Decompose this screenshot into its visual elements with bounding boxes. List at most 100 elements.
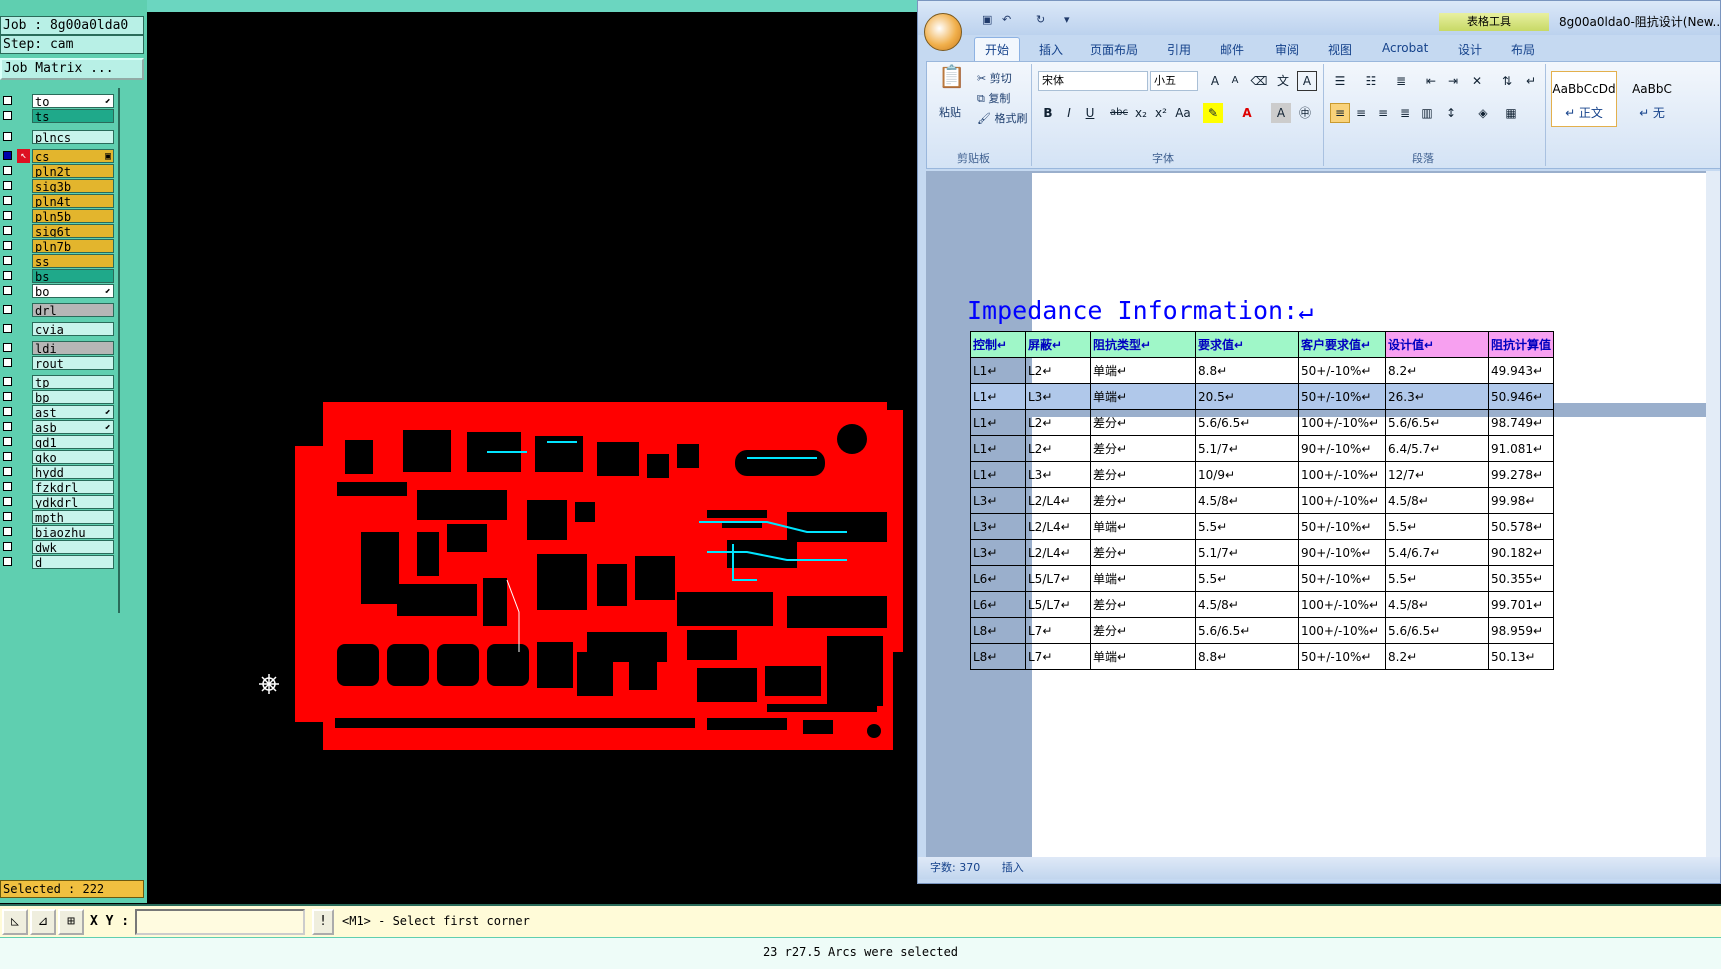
bold-icon[interactable]: B bbox=[1038, 103, 1058, 123]
table-cell[interactable]: 5.5↵ bbox=[1195, 565, 1299, 592]
table-cell[interactable]: 100+/-10%↵ bbox=[1298, 461, 1386, 488]
layer-row-ts[interactable]: ts bbox=[0, 109, 118, 124]
format-painter-button[interactable]: 🖌 格式刷 bbox=[977, 110, 1027, 126]
layer-name[interactable]: d bbox=[32, 555, 114, 569]
layer-row-mpth[interactable]: mpth bbox=[0, 510, 118, 525]
tab-references[interactable]: 引用 bbox=[1167, 41, 1191, 58]
layer-checkbox[interactable] bbox=[3, 392, 12, 401]
execute-icon[interactable]: ! bbox=[312, 909, 334, 935]
clear-format-icon[interactable]: ⌫ bbox=[1249, 71, 1269, 91]
layer-checkbox[interactable] bbox=[3, 241, 12, 250]
cut-button[interactable]: ✂ 剪切 bbox=[977, 70, 1012, 86]
table-cell[interactable]: L1↵ bbox=[970, 435, 1026, 462]
layer-row-hydd[interactable]: hydd bbox=[0, 465, 118, 480]
phonetic-guide-icon[interactable]: 文 bbox=[1273, 71, 1293, 91]
table-cell[interactable]: 50+/-10%↵ bbox=[1298, 513, 1386, 540]
table-cell[interactable]: 8.8↵ bbox=[1195, 357, 1299, 384]
layer-name[interactable]: drl bbox=[32, 303, 114, 317]
layer-row-sig3b[interactable]: sig3b bbox=[0, 179, 118, 194]
table-cell[interactable]: 8.2↵ bbox=[1385, 643, 1489, 670]
layer-row-biaozhu[interactable]: biaozhu bbox=[0, 525, 118, 540]
table-row[interactable]: L1↵ L3↵ 差分↵ 10/9↵ 100+/-10%↵ 12/7↵ 99.278↵ bbox=[970, 461, 1555, 488]
char-shading-icon[interactable]: A bbox=[1271, 103, 1291, 123]
italic-icon[interactable]: I bbox=[1059, 103, 1079, 123]
layer-row-cvia[interactable]: cvia bbox=[0, 322, 118, 337]
table-cell[interactable]: L6↵ bbox=[970, 591, 1026, 618]
layer-row-ss[interactable]: ss bbox=[0, 254, 118, 269]
layer-row-pln4t[interactable]: pln4t bbox=[0, 194, 118, 209]
tab-mailings[interactable]: 邮件 bbox=[1220, 41, 1244, 58]
layer-row-bs[interactable]: bs bbox=[0, 269, 118, 284]
layer-checkbox[interactable] bbox=[3, 111, 12, 120]
paste-button[interactable]: 粘贴 bbox=[939, 104, 961, 120]
layer-name[interactable]: bo ⬋ bbox=[32, 284, 114, 298]
table-row[interactable]: L3↵ L2/L4↵ 单端↵ 5.5↵ 50+/-10%↵ 5.5↵ 50.578↵ bbox=[970, 513, 1555, 540]
table-cell[interactable]: 差分↵ bbox=[1090, 487, 1196, 514]
layer-name[interactable]: biaozhu bbox=[32, 525, 114, 539]
table-cell[interactable]: 12/7↵ bbox=[1385, 461, 1489, 488]
layer-row-drl[interactable]: drl bbox=[0, 303, 118, 318]
layer-row-bo[interactable]: bo ⬋ bbox=[0, 284, 118, 299]
layer-checkbox[interactable] bbox=[3, 512, 12, 521]
superscript-icon[interactable]: x² bbox=[1151, 103, 1171, 123]
redo-icon[interactable]: ↻ bbox=[1036, 13, 1050, 26]
table-cell[interactable]: 50.13↵ bbox=[1487, 643, 1555, 670]
subscript-icon[interactable]: x₂ bbox=[1131, 103, 1151, 123]
tab-design[interactable]: 设计 bbox=[1458, 41, 1482, 58]
table-cell[interactable]: 50+/-10%↵ bbox=[1298, 565, 1386, 592]
layer-checkbox[interactable] bbox=[3, 256, 12, 265]
layer-name[interactable]: ldi bbox=[32, 341, 114, 355]
table-cell[interactable]: L6↵ bbox=[970, 565, 1026, 592]
table-cell[interactable]: 50+/-10%↵ bbox=[1298, 643, 1386, 670]
layer-name[interactable]: plncs bbox=[32, 130, 114, 144]
grid-icon[interactable]: ⊞ bbox=[58, 909, 84, 935]
borders-icon[interactable]: ▦ bbox=[1501, 103, 1521, 123]
layer-checkbox[interactable] bbox=[3, 497, 12, 506]
table-cell[interactable]: 单端↵ bbox=[1090, 357, 1196, 384]
measure-icon[interactable]: ⊿ bbox=[30, 909, 56, 935]
sort-icon[interactable]: ⇅ bbox=[1497, 71, 1517, 91]
table-header-cell[interactable]: 屏蔽↵ bbox=[1025, 331, 1091, 358]
layer-name[interactable]: rout bbox=[32, 356, 114, 370]
layer-name[interactable]: gd1 bbox=[32, 435, 114, 449]
table-cell[interactable]: L1↵ bbox=[970, 409, 1026, 436]
table-header-cell[interactable]: 阻抗计算值 bbox=[1487, 331, 1555, 358]
layer-name[interactable]: pln5b bbox=[32, 209, 114, 223]
table-row[interactable]: L1↵ L2↵ 差分↵ 5.6/6.5↵ 100+/-10%↵ 5.6/6.5↵ 98.74… bbox=[970, 409, 1555, 436]
table-cell[interactable]: 5.5↵ bbox=[1385, 565, 1489, 592]
paste-icon[interactable]: 📋 bbox=[937, 67, 967, 100]
table-cell[interactable]: 90.182↵ bbox=[1487, 539, 1555, 566]
tab-home[interactable]: 开始 bbox=[974, 37, 1021, 61]
layer-row-sig6t[interactable]: sig6t bbox=[0, 224, 118, 239]
layer-name[interactable]: ydkdrl bbox=[32, 495, 114, 509]
table-row[interactable]: L3↵ L2/L4↵ 差分↵ 4.5/8↵ 100+/-10%↵ 4.5/8↵ 99.98↵ bbox=[970, 487, 1555, 514]
layer-row-d[interactable]: d bbox=[0, 555, 118, 570]
layer-checkbox[interactable] bbox=[3, 96, 12, 105]
layer-checkbox[interactable] bbox=[3, 286, 12, 295]
layer-row-pln7b[interactable]: pln7b bbox=[0, 239, 118, 254]
table-cell[interactable]: 5.4/6.7↵ bbox=[1385, 539, 1489, 566]
layer-name[interactable]: fzkdrl bbox=[32, 480, 114, 494]
layer-row-tp[interactable]: tp bbox=[0, 375, 118, 390]
table-header-cell[interactable]: 设计值↵ bbox=[1385, 331, 1489, 358]
table-cell[interactable]: L3↵ bbox=[1025, 383, 1091, 410]
align-right-icon[interactable]: ≡ bbox=[1373, 103, 1393, 123]
layer-row-dwk[interactable]: dwk bbox=[0, 540, 118, 555]
bullets-icon[interactable]: ☰ bbox=[1330, 71, 1350, 91]
table-cell[interactable]: 差分↵ bbox=[1090, 617, 1196, 644]
tab-page-layout[interactable]: 页面布局 bbox=[1090, 41, 1138, 58]
table-row[interactable]: L1↵ L3↵ 单端↵ 20.5↵ 50+/-10%↵ 26.3↵ 50.946↵ bbox=[970, 383, 1555, 410]
table-header-cell[interactable]: 客户要求值↵ bbox=[1298, 331, 1386, 358]
layer-checkbox[interactable] bbox=[3, 196, 12, 205]
font-name-combo[interactable]: 宋体 bbox=[1038, 71, 1148, 91]
layer-name[interactable]: dwk bbox=[32, 540, 114, 554]
layer-checkbox[interactable] bbox=[3, 166, 12, 175]
table-cell[interactable]: L3↵ bbox=[970, 539, 1026, 566]
layer-name[interactable]: ts bbox=[32, 109, 114, 123]
layer-checkbox[interactable] bbox=[3, 211, 12, 220]
table-cell[interactable]: 4.5/8↵ bbox=[1385, 591, 1489, 618]
layer-row-asb[interactable]: asb ⬋ bbox=[0, 420, 118, 435]
table-cell[interactable]: 差分↵ bbox=[1090, 409, 1196, 436]
table-cell[interactable]: 4.5/8↵ bbox=[1195, 591, 1299, 618]
layer-row-to[interactable]: to ⬋ bbox=[0, 94, 118, 109]
